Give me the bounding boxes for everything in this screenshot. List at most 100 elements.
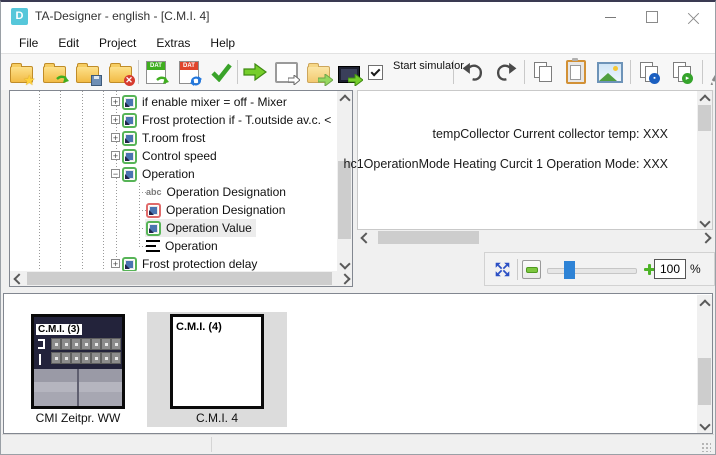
green-arrow-icon bbox=[156, 76, 169, 87]
tree-item-label: T.room frost bbox=[142, 131, 205, 145]
tree-item[interactable]: + Control speed bbox=[10, 147, 337, 165]
green-arrow-icon bbox=[348, 74, 363, 86]
toolbar-separator bbox=[453, 60, 454, 84]
scroll-right-icon[interactable] bbox=[700, 232, 711, 243]
paste-button[interactable] bbox=[562, 58, 590, 86]
open-project-button[interactable] bbox=[40, 58, 68, 86]
app-icon: D bbox=[11, 8, 28, 25]
scrollbar-thumb[interactable] bbox=[27, 272, 332, 285]
expand-plus-toggle[interactable]: + bbox=[111, 259, 120, 268]
copy-button[interactable] bbox=[529, 58, 557, 86]
tree-item[interactable]: Operation Value bbox=[10, 219, 337, 237]
menu-edit[interactable]: Edit bbox=[48, 34, 89, 52]
import-dat-button[interactable]: DAT bbox=[142, 58, 170, 86]
zoom-slider-thumb[interactable] bbox=[564, 261, 575, 279]
zoom-out-button[interactable] bbox=[522, 260, 541, 279]
green-arrow-icon bbox=[56, 75, 69, 86]
scroll-left-icon[interactable] bbox=[13, 273, 24, 284]
tree-item[interactable]: Operation bbox=[10, 237, 337, 255]
scroll-up-icon[interactable] bbox=[339, 94, 350, 105]
menu-extras[interactable]: Extras bbox=[146, 34, 200, 52]
tree-item[interactable]: Operation Designation bbox=[10, 201, 337, 219]
tree-vertical-scrollbar[interactable] bbox=[337, 91, 352, 271]
maximize-button[interactable] bbox=[635, 2, 669, 32]
expand-plus-toggle[interactable]: + bbox=[111, 115, 120, 124]
dropper-icon bbox=[709, 59, 716, 85]
reload-dat-button[interactable]: DAT bbox=[175, 58, 203, 86]
undo-icon bbox=[462, 62, 485, 82]
window-frame-icon bbox=[275, 62, 298, 83]
tree-item[interactable]: +if enable mixer = off - Mixer bbox=[10, 93, 337, 111]
scroll-right-icon[interactable] bbox=[339, 273, 350, 284]
undo-button[interactable] bbox=[459, 58, 487, 86]
pages-vertical-scrollbar[interactable] bbox=[697, 295, 712, 433]
zoom-slider-track[interactable] bbox=[547, 268, 637, 274]
tree-item[interactable]: abcOperation Designation bbox=[10, 183, 337, 201]
copy-run-button[interactable]: ▸ bbox=[668, 58, 696, 86]
page-label[interactable]: CMI Zeitpr. WW bbox=[21, 411, 135, 425]
picker-tool-button[interactable] bbox=[704, 58, 716, 86]
tree-horizontal-scrollbar[interactable] bbox=[10, 271, 352, 286]
scroll-up-icon[interactable] bbox=[699, 299, 710, 310]
new-project-button[interactable]: ★ bbox=[7, 58, 35, 86]
scrollbar-thumb[interactable] bbox=[698, 358, 711, 405]
gray-arrow-icon bbox=[288, 75, 300, 85]
export-button[interactable] bbox=[241, 58, 269, 86]
tree-item[interactable]: −Operation bbox=[10, 165, 337, 183]
page-thumbnail-cmi4[interactable]: C.M.I. (4) bbox=[170, 314, 264, 409]
export-screen-button[interactable] bbox=[335, 58, 363, 86]
menu-help[interactable]: Help bbox=[200, 34, 245, 52]
scroll-down-icon[interactable] bbox=[699, 216, 710, 227]
preview-vertical-scrollbar[interactable] bbox=[697, 91, 712, 229]
zoom-value-input[interactable] bbox=[654, 259, 686, 279]
export-window-button[interactable] bbox=[272, 58, 300, 86]
export-folder-button[interactable] bbox=[304, 58, 332, 86]
toolbar: ★ ✕ DAT DAT Start simulator ▪ ▸ bbox=[1, 54, 715, 90]
folder-icon bbox=[307, 66, 330, 83]
insert-image-button[interactable] bbox=[596, 58, 624, 86]
toolbar-separator bbox=[138, 60, 139, 84]
tree-item[interactable]: +Frost protection delay bbox=[10, 255, 337, 271]
zoom-controls: % bbox=[484, 252, 715, 286]
title-bar: D TA-Designer - english - [C.M.I. 4] bbox=[1, 2, 715, 32]
tree-item-label: Operation Designation bbox=[167, 185, 286, 199]
collapse-minus-toggle[interactable]: − bbox=[111, 169, 120, 178]
scroll-down-icon[interactable] bbox=[339, 258, 350, 269]
scrollbar-thumb[interactable] bbox=[698, 105, 711, 131]
tree-item[interactable]: +Frost protection if - T.outside av.c. < bbox=[10, 111, 337, 129]
fit-to-window-button[interactable] bbox=[494, 261, 511, 278]
scroll-down-icon[interactable] bbox=[699, 419, 710, 430]
scrollbar-thumb[interactable] bbox=[338, 161, 351, 239]
mini-button bbox=[81, 352, 91, 364]
minimize-icon bbox=[605, 17, 616, 18]
expand-plus-toggle[interactable]: + bbox=[111, 97, 120, 106]
save-project-button[interactable] bbox=[73, 58, 101, 86]
page-thumbnail-cmi3[interactable]: C.M.I. (3) bbox=[31, 314, 125, 409]
menu-project[interactable]: Project bbox=[89, 34, 146, 52]
minimize-button[interactable] bbox=[593, 2, 627, 32]
resize-grip-icon[interactable] bbox=[701, 442, 711, 452]
scrollbar-thumb[interactable] bbox=[378, 231, 479, 244]
validate-button[interactable] bbox=[207, 58, 235, 86]
refresh-icon bbox=[190, 75, 202, 87]
menu-file[interactable]: File bbox=[9, 34, 48, 52]
copy-run-icon: ▸ bbox=[673, 62, 691, 82]
expand-plus-toggle[interactable]: + bbox=[111, 133, 120, 142]
close-project-button[interactable]: ✕ bbox=[106, 58, 134, 86]
expand-plus-toggle[interactable]: + bbox=[111, 151, 120, 160]
start-simulator-checkbox[interactable] bbox=[367, 58, 383, 86]
close-button[interactable] bbox=[677, 2, 711, 32]
scroll-up-icon[interactable] bbox=[699, 94, 710, 105]
copy-save-button[interactable]: ▪ bbox=[635, 58, 663, 86]
dat-file-icon: DAT bbox=[179, 61, 199, 84]
image-element-icon bbox=[146, 221, 161, 236]
tree-item[interactable]: + T.room frost bbox=[10, 129, 337, 147]
mini-button bbox=[61, 352, 71, 364]
tree-item-label: Control speed bbox=[142, 149, 217, 163]
preview-horizontal-scrollbar[interactable] bbox=[357, 230, 713, 245]
dat-badge: DAT bbox=[147, 62, 165, 70]
redo-button[interactable] bbox=[491, 58, 519, 86]
page-label[interactable]: C.M.I. 4 bbox=[160, 411, 274, 425]
scroll-left-icon[interactable] bbox=[360, 232, 371, 243]
element-tree-panel: +if enable mixer = off - Mixer+Frost pro… bbox=[9, 90, 353, 287]
